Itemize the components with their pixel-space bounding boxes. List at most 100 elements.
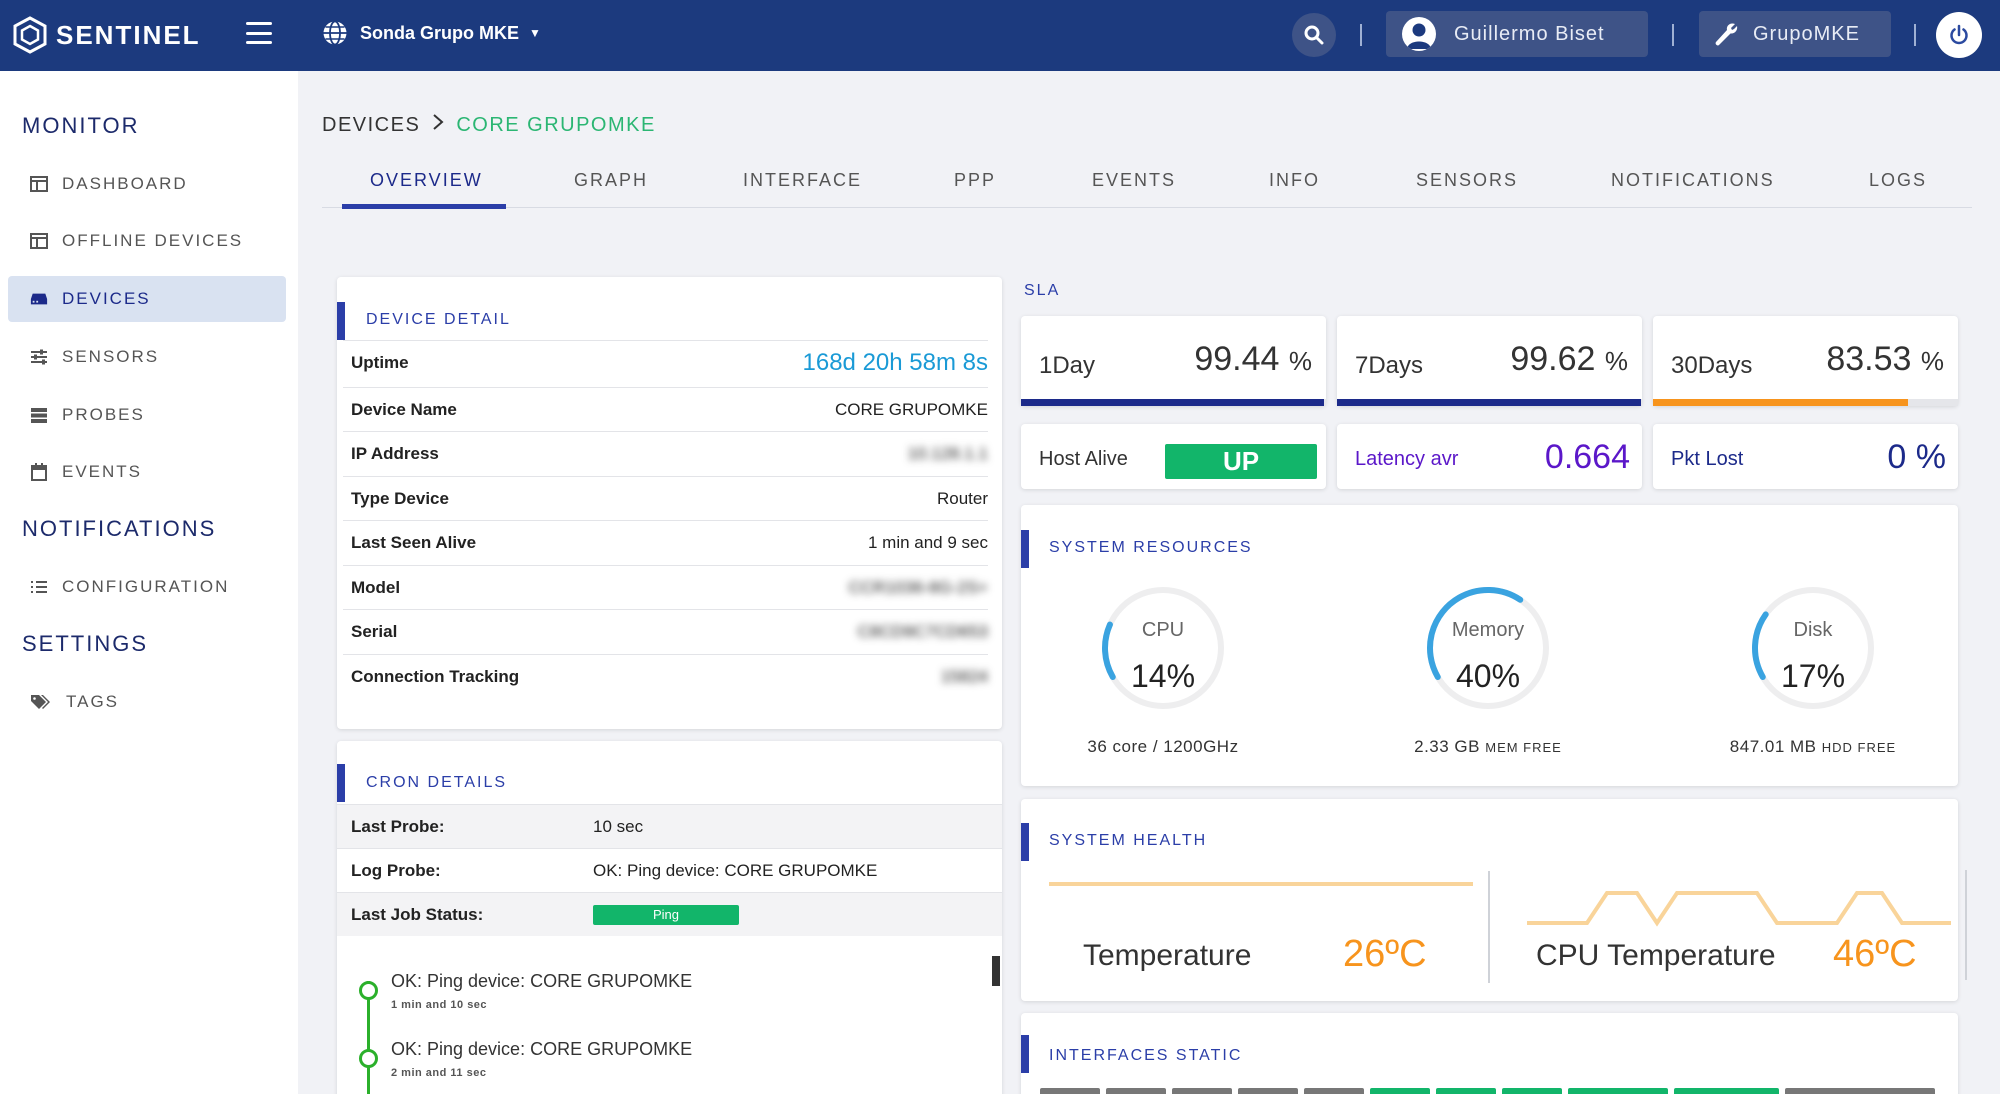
sla-value: 99.62 % [1510,340,1628,378]
section-title-settings: SETTINGS [22,631,149,656]
logout-button[interactable] [1936,12,1982,58]
card-accent [1021,1035,1029,1073]
tab-overview[interactable]: OVERVIEW [370,170,483,191]
detail-row-model: Model CCR1036-8G-2S+ [343,565,988,609]
group-name: GrupoMKE [1753,22,1860,45]
server-icon [30,406,48,424]
interface-badge[interactable] [1172,1088,1232,1094]
timeline-dot [359,1049,378,1068]
detail-value: 1 min and 9 sec [867,532,988,552]
sidebar-item-configuration[interactable]: CONFIGURATION [8,564,286,610]
sidebar-item-sensors[interactable]: SENSORS [8,334,286,380]
avatar [1402,17,1436,51]
section-title-monitor: MONITOR [22,113,140,138]
divider [1672,24,1674,46]
table-icon [30,175,48,193]
timeline-entry-text: OK: Ping device: CORE GRUPOMKE [391,1039,693,1059]
interface-badge[interactable] [1674,1088,1779,1094]
sidebar-item-dashboard[interactable]: DASHBOARD [8,161,286,207]
sidebar-item-label: PROBES [62,405,145,424]
search-button[interactable] [1292,13,1336,57]
latency-card: Latency avr 0.664 [1337,424,1642,489]
breadcrumb-current: CORE GRUPOMKE [456,113,656,136]
sidebar-item-tags[interactable]: TAGS [8,679,286,725]
detail-row-uptime: Uptime 168d 20h 58m 8s [343,340,988,384]
sidebar-item-probes[interactable]: PROBES [8,392,286,438]
device-detail-card: DEVICE DETAIL Uptime 168d 20h 58m 8s Dev… [337,277,1002,729]
card-accent [337,764,345,802]
detail-value: CORE GRUPOMKE [834,399,988,419]
logo-text: SENTINEL [56,19,201,50]
temperature-sparkline [1049,882,1473,886]
memory-free-info: 2.33 GB MEM FREE [1414,737,1562,756]
menu-toggle-button[interactable] [246,22,272,44]
tab-interface[interactable]: INTERFACE [743,170,862,191]
cpu-temperature-label: CPU Temperature [1536,939,1776,972]
detail-label: Model [351,577,401,597]
interface-badge[interactable] [1304,1088,1364,1094]
app-logo[interactable]: SENTINEL [12,16,201,54]
detail-value: 10.128.1.1 [907,443,988,463]
hard-drive-icon [30,290,48,308]
sla-progress-bar [1653,399,1908,406]
search-icon [1304,25,1324,45]
list-icon [30,578,48,596]
sidebar-item-label: SENSORS [62,347,160,366]
sliders-icon [30,348,48,366]
wrench-icon [1715,23,1738,46]
divider [1914,24,1916,46]
cpu-info: 36 core / 1200GHz [1087,737,1239,756]
interface-badge[interactable] [1106,1088,1166,1094]
packet-lost-card: Pkt Lost 0 % [1653,424,1958,489]
card-accent [337,302,345,340]
interface-badge[interactable] [1568,1088,1668,1094]
sla-card-7days: 7Days 99.62 % [1337,316,1642,406]
tab-events[interactable]: EVENTS [1092,170,1176,191]
detail-label: Connection Tracking [351,666,520,686]
tab-graph[interactable]: GRAPH [574,170,648,191]
interface-badge[interactable] [1238,1088,1298,1094]
detail-label: Last Seen Alive [351,532,477,552]
sidebar-item-label: CONFIGURATION [62,577,230,596]
cron-details-card: CRON DETAILS Last Probe: 10 sec Log Prob… [337,741,1002,1094]
scrollbar-track[interactable] [1965,870,1967,980]
tab-logs[interactable]: LOGS [1869,170,1927,191]
card-accent [1021,823,1029,861]
cpu-gauge-label: CPU [1141,619,1185,641]
disk-gauge-value: 17% [1780,658,1846,694]
detail-row-device-name: Device Name CORE GRUPOMKE [343,387,988,431]
interface-badge[interactable] [1370,1088,1430,1094]
tab-bar: OVERVIEW GRAPH INTERFACE PPP EVENTS INFO… [322,160,1972,209]
caret-down-icon: ▼ [529,26,541,40]
interface-badge[interactable] [1040,1088,1100,1094]
tab-ppp[interactable]: PPP [954,170,996,191]
latency-label: Latency avr [1355,448,1459,470]
divider [1360,24,1362,46]
sidebar-item-devices[interactable]: DEVICES [8,276,286,322]
cron-label: Last Probe: [351,816,445,836]
host-alive-card: Host Alive UP [1021,424,1326,489]
scrollbar-thumb[interactable] [992,956,1000,986]
sidebar-item-offline-devices[interactable]: OFFLINE DEVICES [8,218,286,264]
cron-label: Log Probe: [351,860,441,880]
breadcrumb-devices-link[interactable]: DEVICES [322,114,420,137]
tab-notifications[interactable]: NOTIFICATIONS [1611,170,1775,191]
organization-selector[interactable]: Sonda Grupo MKE ▼ [322,20,541,46]
sentinel-logo-icon [13,16,47,54]
power-icon [1950,24,1968,45]
timeline-entry-time: 2 min and 11 sec [391,1067,487,1079]
tab-info[interactable]: INFO [1269,170,1320,191]
tags-icon [30,693,52,711]
interface-badge[interactable] [1785,1088,1935,1094]
interface-badge[interactable] [1502,1088,1562,1094]
sidebar-item-events[interactable]: EVENTS [8,449,286,495]
interface-badge[interactable] [1436,1088,1496,1094]
top-bar: SENTINEL Sonda Grupo MKE ▼ Guillermo Bis… [0,0,2000,71]
cron-row-log-probe: Log Probe: OK: Ping device: CORE GRUPOMK… [337,848,1002,892]
group-settings-button[interactable]: GrupoMKE [1699,11,1891,57]
user-profile-button[interactable]: Guillermo Biset [1386,11,1648,57]
cron-value: 10 sec [593,816,644,836]
tab-sensors[interactable]: SENSORS [1416,170,1518,191]
card-title: INTERFACES STATIC [1049,1047,1243,1064]
packet-lost-label: Pkt Lost [1671,448,1744,470]
